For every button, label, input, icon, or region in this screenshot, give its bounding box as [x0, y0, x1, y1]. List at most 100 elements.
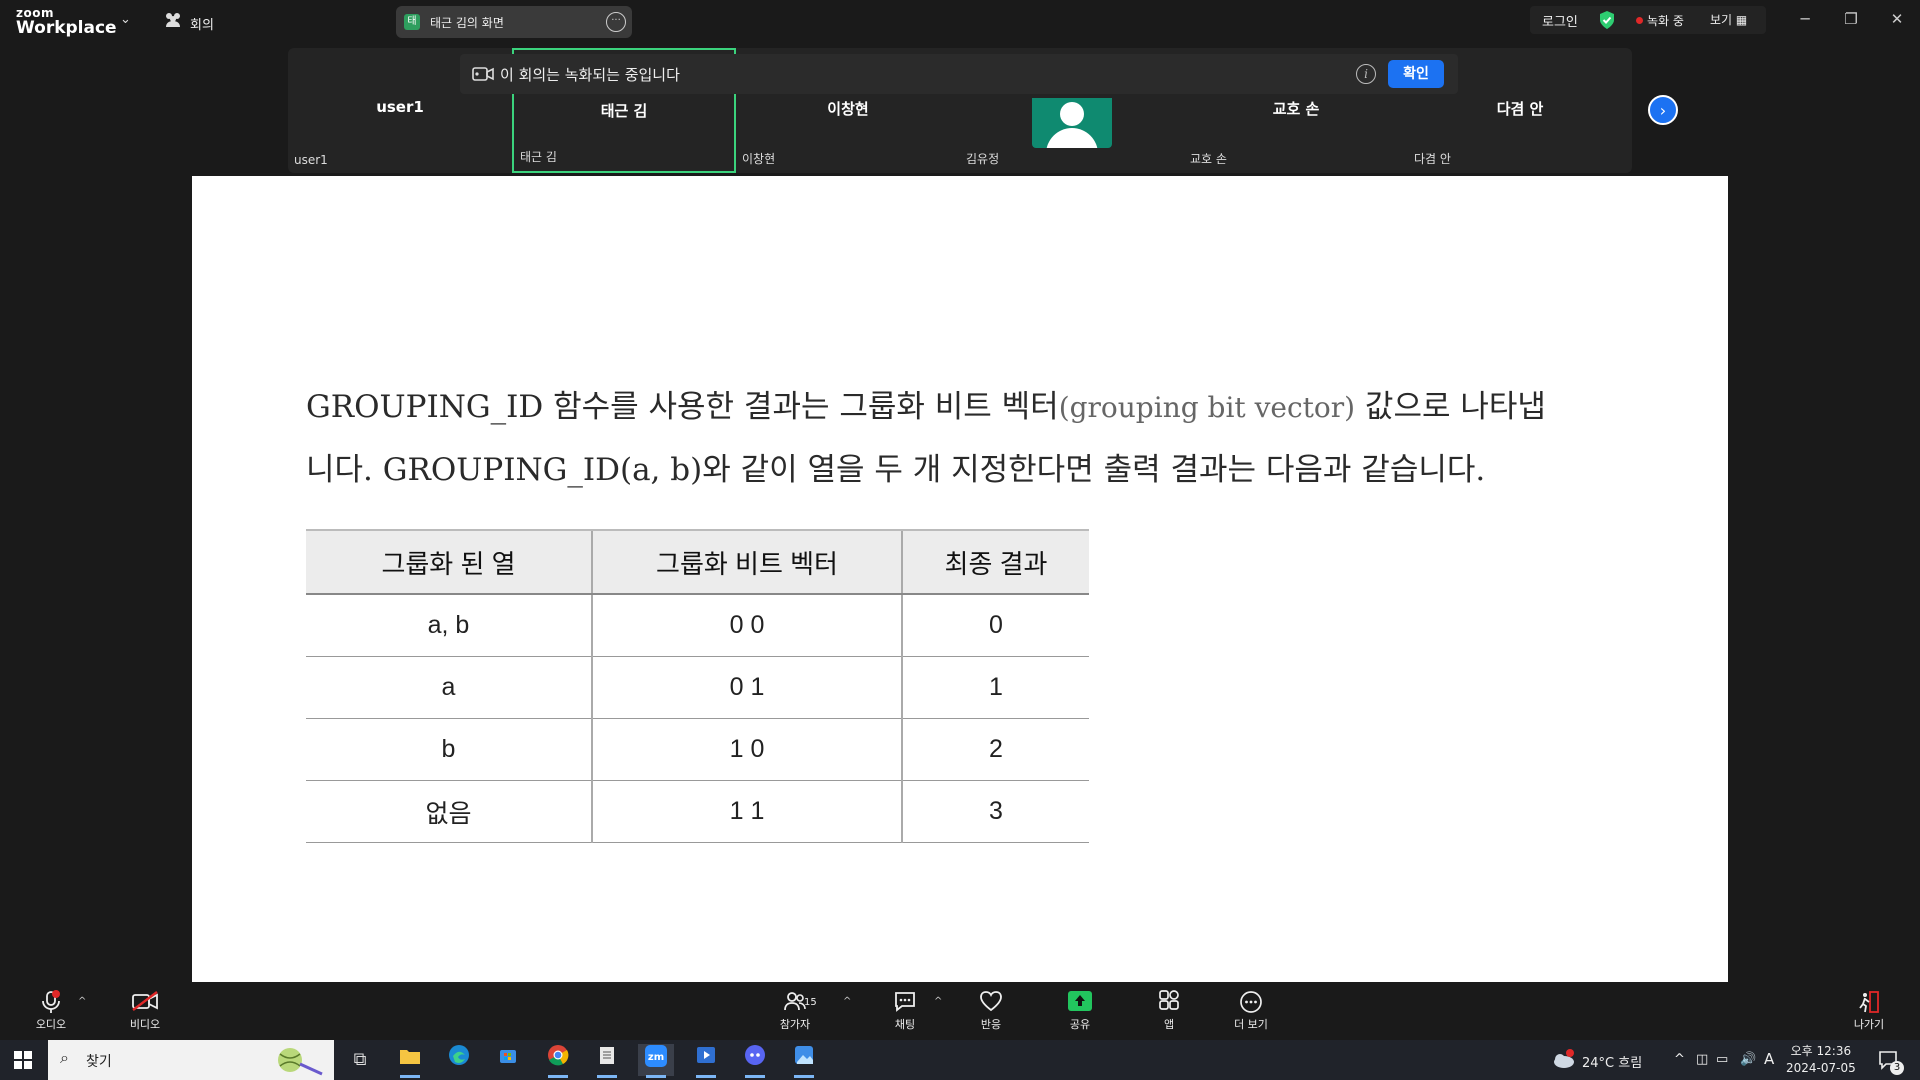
reactions-button[interactable]: 반응 [956, 990, 1026, 1032]
table-header: 최종 결과 [901, 529, 1089, 595]
participants-options-caret-icon[interactable]: ^ [843, 996, 851, 1007]
leave-icon [1834, 990, 1904, 1016]
participant-label: 김유정 [966, 152, 1000, 166]
more-button[interactable]: 더 보기 [1216, 990, 1286, 1032]
media-player-icon[interactable] [688, 1044, 724, 1078]
info-icon[interactable]: i [1356, 64, 1376, 84]
meetings-label[interactable]: 회의 [190, 14, 214, 33]
audio-button[interactable]: 오디오 [16, 990, 86, 1032]
minimize-icon[interactable]: ─ [1790, 10, 1820, 28]
video-button[interactable]: 비디오 [110, 990, 180, 1032]
audio-options-caret-icon[interactable]: ^ [78, 996, 86, 1007]
paragraph-line1-part1: GROUPING_ID 함수를 사용한 결과는 그룹화 비트 벡터 [306, 389, 1059, 425]
table-cell: 1 [901, 656, 1089, 719]
login-button[interactable]: 로그인 [1542, 11, 1578, 30]
participant-label: user1 [294, 153, 328, 167]
table-row: b 1 0 2 [306, 718, 1089, 781]
meetings-icon[interactable] [164, 12, 182, 32]
video-label: 비디오 [129, 1018, 161, 1031]
taskbar-clock[interactable]: 오후 12:36 2024-07-05 [1786, 1043, 1856, 1077]
windows-taskbar: ⌕ 찾기 ⧉ zm 24°C 흐림 ^ ◫ ▭ 🔊 A 오후 12:36 202 [0, 1040, 1920, 1080]
apps-button[interactable]: 앱 [1134, 990, 1204, 1032]
heart-icon [956, 990, 1026, 1016]
store-icon[interactable] [490, 1044, 526, 1076]
leave-button[interactable]: 나가기 [1834, 990, 1904, 1032]
chrome-icon[interactable] [540, 1044, 576, 1078]
table-cell: 없음 [306, 780, 592, 843]
share-screen-icon [1045, 990, 1115, 1016]
zoom-app-icon[interactable]: zm [638, 1044, 674, 1078]
grid-icon: ▦ [1735, 13, 1748, 27]
participant-name: 이창현 [827, 100, 869, 118]
reactions-label: 반응 [980, 1018, 1002, 1031]
search-icon: ⌕ [60, 1048, 69, 1067]
table-cell: 0 0 [591, 594, 902, 657]
zoom-logo-workplace: Workplace [16, 18, 117, 38]
taskbar-search-box[interactable]: ⌕ 찾기 [48, 1040, 334, 1080]
table-cell: 1 1 [591, 780, 902, 843]
participants-button[interactable]: 15 참가자 [760, 990, 830, 1032]
table-header-row: 그룹화 된 열 그룹화 비트 벡터 최종 결과 [306, 529, 1089, 595]
participants-icon: 15 [760, 990, 830, 1016]
paragraph-line1-part3: 값으로 나타냅 [1355, 389, 1546, 425]
weather-cloud-icon[interactable] [1550, 1049, 1576, 1073]
notepad-icon[interactable] [589, 1044, 625, 1078]
more-options-icon[interactable]: ··· [606, 12, 626, 32]
table-row: 없음 1 1 3 [306, 780, 1089, 843]
weather-text[interactable]: 24°C 흐림 [1582, 1052, 1642, 1071]
title-bar-status: 로그인 녹화 중 보기 ▦ [1530, 6, 1766, 34]
windows-start-icon[interactable] [14, 1051, 32, 1069]
table-cell: a, b [306, 594, 592, 657]
meeting-toolbar: 오디오 ^ 비디오 15 참가자 ^ 채팅 ^ 반응 공유 앱 더 보기 나가기 [0, 982, 1920, 1040]
confirm-button[interactable]: 확인 [1388, 60, 1444, 88]
clock-time: 오후 12:36 [1790, 1044, 1852, 1058]
more-icon [1216, 990, 1286, 1016]
avatar [1032, 98, 1112, 148]
chat-label: 채팅 [894, 1018, 916, 1031]
restore-icon[interactable]: ❐ [1836, 10, 1866, 28]
next-page-chevron-icon[interactable]: › [1648, 95, 1678, 125]
svg-text:zm: zm [648, 1052, 664, 1063]
avatar-head [1060, 102, 1084, 126]
close-icon[interactable]: ✕ [1882, 10, 1912, 28]
photos-icon[interactable] [786, 1044, 822, 1078]
table-header: 그룹화 된 열 [306, 529, 592, 595]
audio-label: 오디오 [35, 1018, 67, 1031]
apps-label: 앱 [1163, 1018, 1175, 1031]
chat-button[interactable]: 채팅 [870, 990, 940, 1032]
shared-screen: GROUPING_ID 함수를 사용한 결과는 그룹화 비트 벡터(groupi… [192, 176, 1728, 982]
screen-share-pill[interactable]: 태 태근 김의 화면 ··· [396, 6, 632, 38]
network-icon[interactable]: ▭ [1716, 1052, 1728, 1067]
file-explorer-icon[interactable] [392, 1044, 428, 1078]
ime-indicator[interactable]: A [1764, 1050, 1774, 1068]
volume-icon[interactable]: 🔊 [1740, 1052, 1756, 1067]
tray-chevron-icon[interactable]: ^ [1674, 1052, 1685, 1067]
video-off-icon [110, 990, 180, 1016]
notification-count-badge: 3 [1890, 1061, 1904, 1075]
table-cell: 0 [901, 594, 1089, 657]
title-bar: zoom Workplace ⌄ 회의 태 태근 김의 화면 ··· 로그인 녹… [0, 0, 1920, 44]
shield-check-icon[interactable] [1598, 10, 1616, 30]
table-cell: 2 [901, 718, 1089, 781]
participant-name: user1 [376, 98, 424, 116]
table-header: 그룹화 비트 벡터 [591, 529, 902, 595]
chevron-down-icon[interactable]: ⌄ [120, 12, 131, 27]
recording-notice-banner: 이 회의는 녹화되는 중입니다 i 확인 [460, 54, 1458, 94]
search-highlight-art-icon [270, 1044, 328, 1076]
avatar-body [1046, 128, 1098, 148]
participant-name: 태근 김 [600, 102, 648, 120]
share-screen-button[interactable]: 공유 [1045, 990, 1115, 1032]
leave-label: 나가기 [1853, 1018, 1885, 1031]
discord-icon[interactable] [737, 1044, 773, 1078]
sharer-avatar-badge: 태 [404, 14, 420, 30]
chat-options-caret-icon[interactable]: ^ [934, 996, 942, 1007]
edge-icon[interactable] [441, 1044, 477, 1076]
participants-count: 15 [804, 997, 817, 1008]
paragraph-line2: 니다. GROUPING_ID(a, b)와 같이 열을 두 개 지정한다면 출… [306, 452, 1486, 488]
recording-status[interactable]: 녹화 중 [1647, 12, 1684, 29]
view-menu[interactable]: 보기 ▦ [1710, 11, 1747, 28]
grouping-table: 그룹화 된 열 그룹화 비트 벡터 최종 결과 a, b 0 0 0 a 0 1… [306, 529, 1089, 843]
meet-now-icon[interactable]: ◫ [1696, 1052, 1708, 1067]
participants-label: 참가자 [779, 1018, 811, 1031]
task-view-icon[interactable]: ⧉ [342, 1044, 378, 1076]
